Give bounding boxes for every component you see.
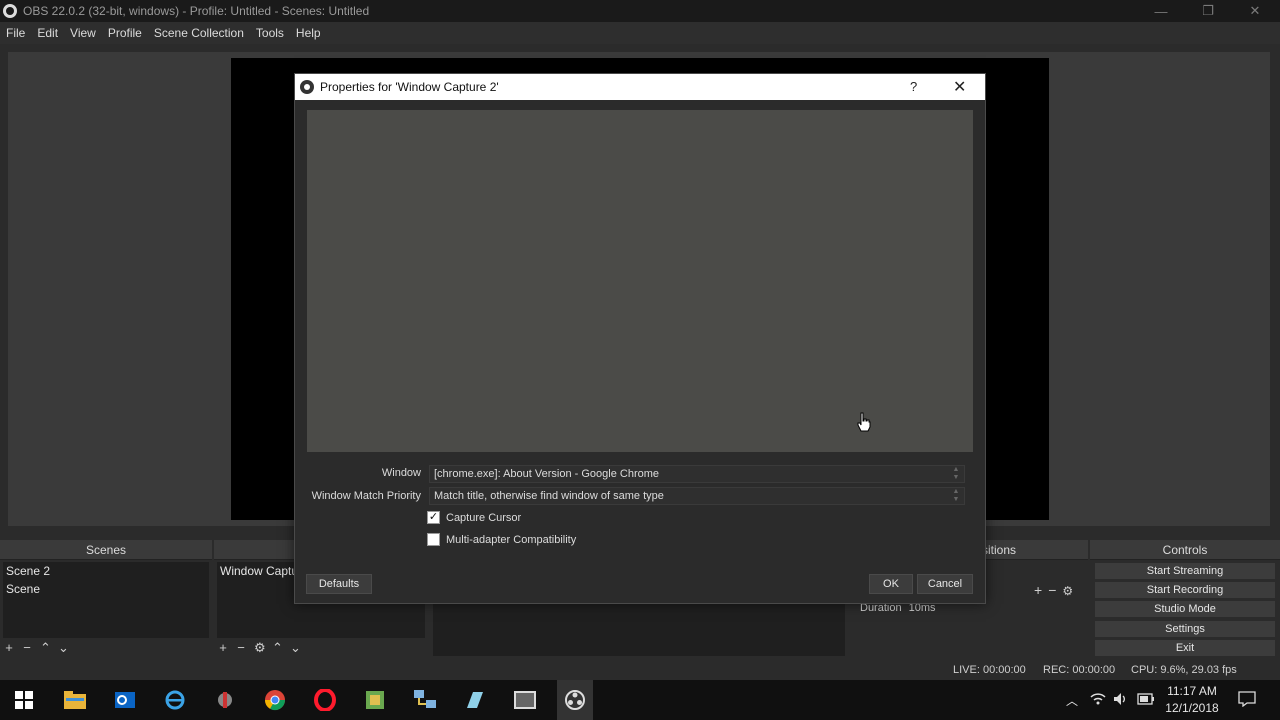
scenes-toolbar: + − ⌃ ⌄ — [4, 640, 69, 656]
multi-adapter-checkbox[interactable] — [427, 533, 440, 546]
spinner-arrows-icon: ▲ ▼ — [952, 466, 960, 481]
window-label: Window — [381, 467, 421, 479]
menu-bar: File Edit View Profile Scene Collection … — [0, 22, 1280, 44]
dialog-close-button[interactable]: ✕ — [953, 77, 966, 97]
taskbar-clock[interactable]: 11:17 AM 12/1/2018 — [1150, 683, 1234, 717]
photos-app-icon[interactable] — [513, 688, 537, 712]
opera-icon[interactable] — [313, 688, 337, 712]
network-app-icon[interactable] — [413, 688, 437, 712]
help-button[interactable]: ? — [910, 79, 917, 94]
cpu-fps: CPU: 9.6%, 29.03 fps — [1131, 664, 1237, 676]
settings-button[interactable]: Settings — [1094, 620, 1276, 638]
obs-taskbar-icon[interactable] — [557, 680, 593, 720]
window-select[interactable]: [chrome.exe]: About Version - Google Chr… — [429, 465, 965, 483]
gear-icon[interactable]: ⚙ — [254, 640, 266, 656]
move-up-icon[interactable]: ⌃ — [272, 640, 283, 656]
scene-item[interactable]: Scene 2 — [3, 562, 209, 580]
cancel-button[interactable]: Cancel — [917, 574, 973, 594]
defaults-button[interactable]: Defaults — [306, 574, 372, 594]
notes-app-icon[interactable] — [463, 688, 487, 712]
obs-logo-icon — [3, 4, 17, 18]
menu-file[interactable]: File — [0, 26, 31, 40]
window-titlebar: OBS 22.0.2 (32-bit, windows) - Profile: … — [0, 0, 1280, 22]
add-scene-icon[interactable]: + — [4, 640, 14, 656]
taskbar: ︿ 11:17 AM 12/1/2018 — [0, 680, 1280, 720]
multi-adapter-row[interactable]: Multi-adapter Compatibility — [427, 533, 576, 546]
window-title: OBS 22.0.2 (32-bit, windows) - Profile: … — [23, 4, 370, 18]
menu-profile[interactable]: Profile — [102, 26, 148, 40]
gear-icon[interactable]: ⚙ — [1062, 584, 1073, 598]
controls-header: Controls — [1090, 540, 1280, 560]
add-source-icon[interactable]: + — [218, 640, 228, 656]
chevron-up-icon[interactable]: ︿ — [1066, 692, 1078, 720]
internet-explorer-icon[interactable] — [163, 688, 187, 712]
window-match-priority-label: Window Match Priority — [311, 490, 421, 502]
sources-toolbar: + − ⚙ ⌃ ⌄ — [218, 640, 301, 656]
scenes-header: Scenes — [0, 540, 212, 560]
outlook-icon[interactable] — [113, 688, 137, 712]
scenes-list: Scene 2 Scene — [3, 562, 209, 638]
notifications-icon[interactable] — [1238, 691, 1256, 720]
dialog-titlebar: Properties for 'Window Capture 2' ? ✕ — [295, 74, 985, 100]
move-down-icon[interactable]: ⌄ — [290, 640, 301, 656]
tool-app-icon[interactable] — [213, 688, 237, 712]
file-explorer-icon[interactable] — [63, 688, 87, 712]
close-window-button[interactable]: ✕ — [1232, 0, 1278, 22]
scenes-dock: Scenes Scene 2 Scene + − ⌃ ⌄ — [0, 540, 212, 660]
multi-adapter-label: Multi-adapter Compatibility — [446, 533, 577, 546]
obs-logo-icon — [300, 80, 314, 94]
rec-timer: REC: 00:00:00 — [1043, 664, 1116, 676]
capture-cursor-checkbox[interactable]: ✓ — [427, 511, 440, 524]
start-recording-button[interactable]: Start Recording — [1094, 581, 1276, 599]
controls-dock: Controls Start Streaming Start Recording… — [1090, 540, 1280, 660]
chrome-icon[interactable] — [263, 688, 287, 712]
move-down-icon[interactable]: ⌄ — [58, 640, 69, 656]
volume-icon[interactable] — [1113, 692, 1129, 720]
menu-tools[interactable]: Tools — [250, 26, 290, 40]
spinner-arrows-icon: ▲ ▼ — [952, 488, 960, 503]
move-up-icon[interactable]: ⌃ — [40, 640, 51, 656]
restore-button[interactable]: ❐ — [1185, 0, 1231, 22]
hand-cursor-icon — [856, 412, 872, 432]
window-match-priority-select[interactable]: Match title, otherwise find window of sa… — [429, 487, 965, 505]
capture-cursor-label: Capture Cursor — [446, 511, 522, 524]
clock-date: 12/1/2018 — [1165, 701, 1219, 715]
window-select-value: [chrome.exe]: About Version - Google Chr… — [434, 468, 660, 480]
properties-dialog: Properties for 'Window Capture 2' ? ✕ Wi… — [294, 73, 986, 604]
remove-transition-icon[interactable]: − — [1048, 582, 1056, 598]
green-app-icon[interactable] — [363, 688, 387, 712]
menu-scene-collection[interactable]: Scene Collection — [148, 26, 250, 40]
windows-start-icon[interactable] — [12, 688, 36, 712]
scene-item[interactable]: Scene — [3, 580, 209, 598]
start-streaming-button[interactable]: Start Streaming — [1094, 562, 1276, 580]
transition-tools: + − ⚙ — [1034, 582, 1073, 598]
add-transition-icon[interactable]: + — [1034, 582, 1042, 598]
clock-time: 11:17 AM — [1167, 684, 1217, 698]
menu-edit[interactable]: Edit — [31, 26, 64, 40]
mixer-area — [433, 604, 845, 656]
remove-scene-icon[interactable]: − — [22, 640, 32, 656]
studio-mode-button[interactable]: Studio Mode — [1094, 600, 1276, 618]
dialog-title: Properties for 'Window Capture 2' — [320, 80, 499, 94]
wifi-icon[interactable] — [1090, 692, 1106, 720]
exit-button[interactable]: Exit — [1094, 639, 1276, 657]
menu-help[interactable]: Help — [290, 26, 327, 40]
ok-button[interactable]: OK — [869, 574, 913, 594]
capture-preview — [307, 110, 973, 452]
priority-select-value: Match title, otherwise find window of sa… — [434, 490, 664, 502]
minimize-button[interactable]: — — [1138, 0, 1184, 22]
capture-cursor-row[interactable]: ✓ Capture Cursor — [427, 511, 521, 524]
live-timer: LIVE: 00:00:00 — [953, 664, 1026, 676]
remove-source-icon[interactable]: − — [236, 640, 246, 656]
status-bar: LIVE: 00:00:00 REC: 00:00:00 CPU: 9.6%, … — [0, 662, 1280, 680]
menu-view[interactable]: View — [64, 26, 102, 40]
